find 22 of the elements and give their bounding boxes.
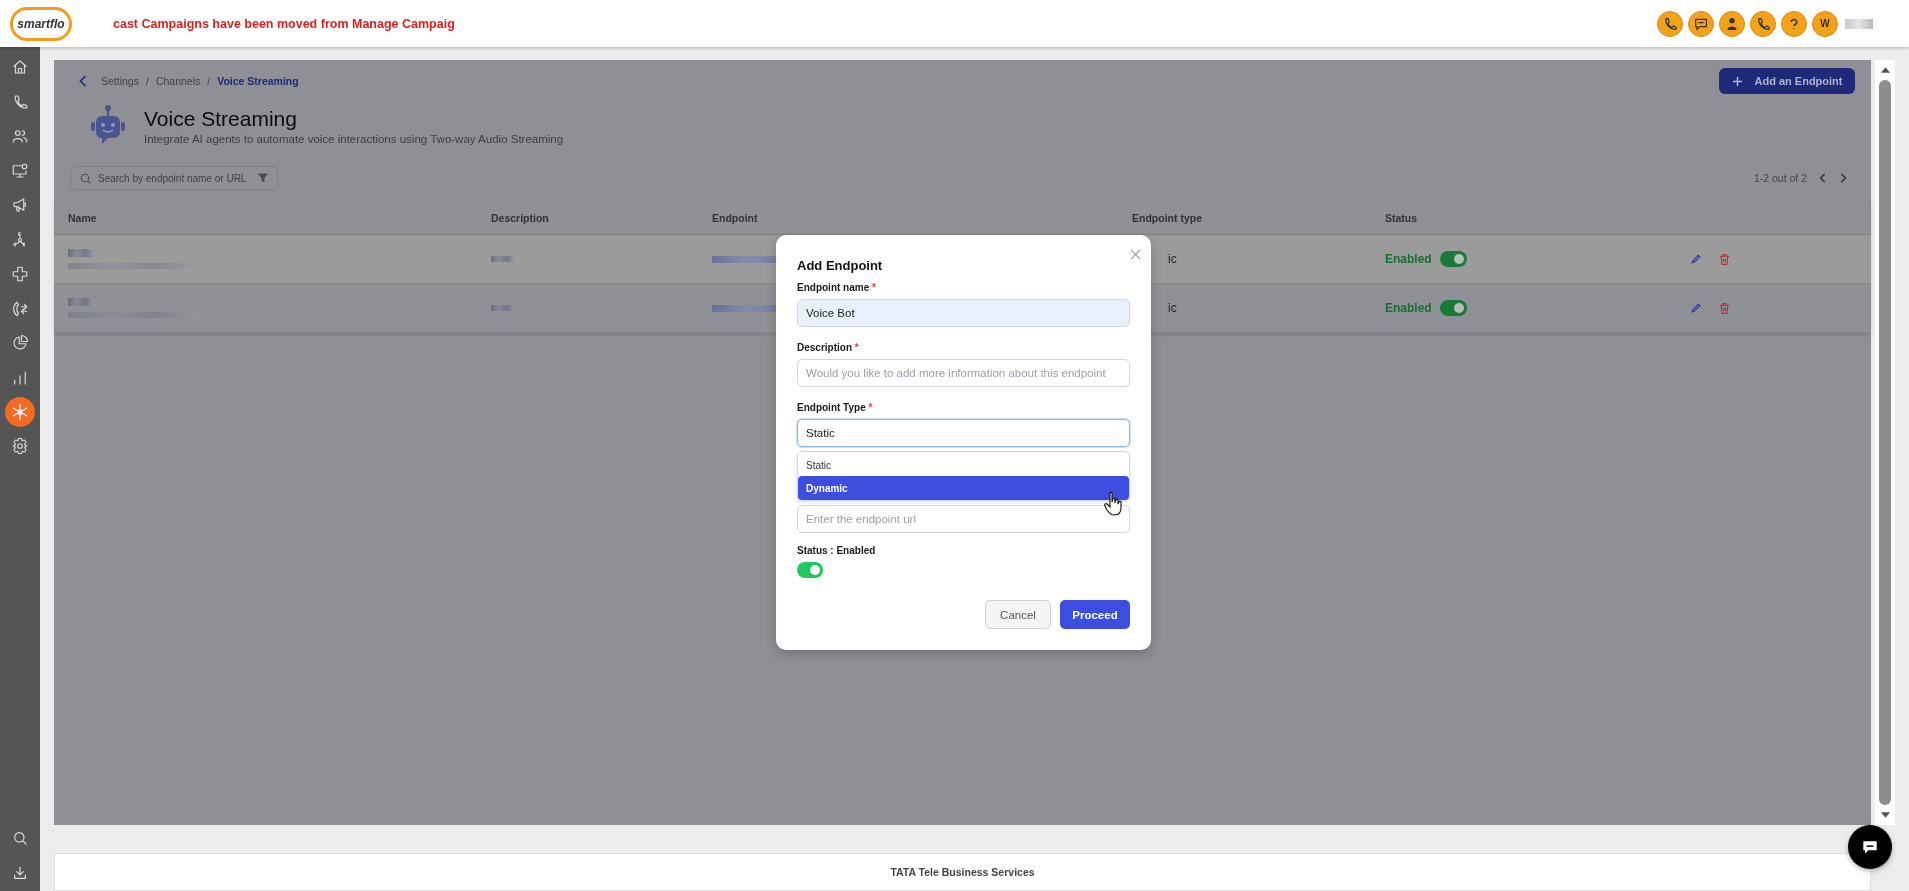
field-label: Endpoint name * xyxy=(797,282,877,293)
breadcrumb-separator: / xyxy=(207,75,211,87)
page-title: Voice Streaming xyxy=(144,107,298,131)
footer-text: TATA Tele Business Services xyxy=(890,866,1035,878)
breadcrumb-separator: / xyxy=(145,75,149,87)
column-header: Name xyxy=(67,212,98,224)
status-text: Enabled xyxy=(1385,301,1432,315)
table-cell: ic xyxy=(1168,252,1177,266)
column-header: Endpoint xyxy=(712,212,759,224)
logo: smartflo xyxy=(10,6,72,41)
field-label: Endpoint Type * xyxy=(797,402,874,413)
column-header: Endpoint type xyxy=(1132,212,1203,224)
status-text: Enabled xyxy=(1385,252,1432,266)
pagination-text: 1-2 out of 2 xyxy=(1753,172,1807,184)
page-subtitle: Integrate AI agents to automate voice interactions using Two-way Audio Streaming xyxy=(144,133,564,145)
status-label: Status : Enabled xyxy=(797,545,877,556)
notice-text: cast Campaigns have been moved from Manage Campaig xyxy=(113,16,455,31)
modal-title: Add Endpoint xyxy=(797,258,884,273)
table-cell: ic xyxy=(1168,301,1177,315)
column-header: Status xyxy=(1385,212,1419,224)
field-label: Description * xyxy=(797,342,860,353)
column-header: Description xyxy=(491,212,550,224)
